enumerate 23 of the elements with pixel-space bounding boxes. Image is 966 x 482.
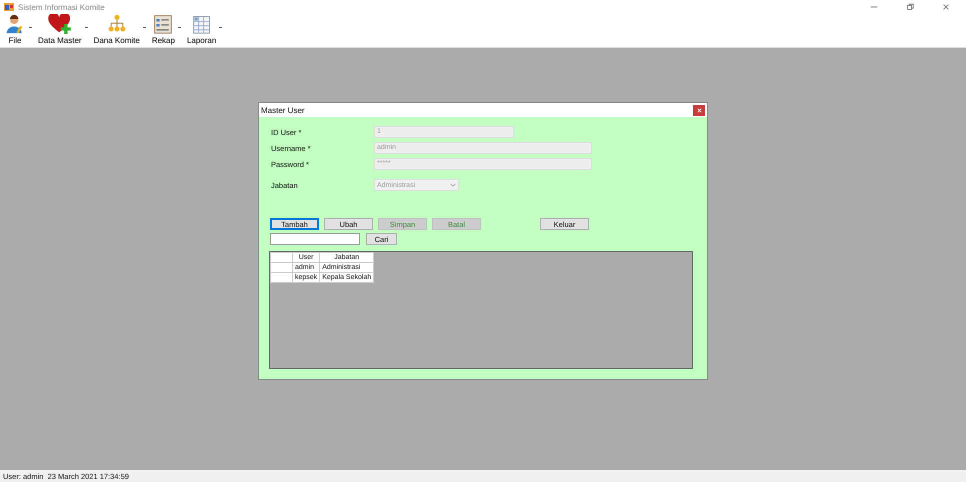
toolbar-button[interactable]: Rekap: [150, 14, 177, 45]
table-sheet-icon: [190, 14, 213, 34]
dialog-title: Master User: [261, 106, 305, 114]
toolbar-button[interactable]: Dana Komite: [92, 14, 142, 45]
dropdown-arrow-icon[interactable]: [84, 26, 88, 28]
toolbar-button[interactable]: Laporan: [184, 14, 218, 45]
toolbar-button[interactable]: File: [2, 14, 28, 45]
heart-plus-icon: [46, 14, 74, 34]
window-title: Sistem Informasi Komite: [18, 2, 105, 12]
restore-icon[interactable]: [906, 3, 914, 11]
chevron-down-icon: [450, 183, 456, 187]
dropdown-arrow-icon[interactable]: [29, 26, 32, 28]
toolbar-button[interactable]: Data Master: [36, 14, 84, 45]
report-icon: [152, 14, 174, 34]
close-icon[interactable]: [942, 3, 950, 11]
org-chart-icon: [106, 14, 128, 34]
close-button[interactable]: [693, 104, 705, 116]
search-field[interactable]: [270, 233, 360, 245]
close-icon: [696, 108, 702, 112]
dropdown-arrow-icon[interactable]: [142, 26, 146, 28]
dropdown-arrow-icon[interactable]: [178, 26, 181, 28]
dropdown-arrow-icon[interactable]: [219, 26, 222, 28]
app-icon: [4, 2, 14, 12]
